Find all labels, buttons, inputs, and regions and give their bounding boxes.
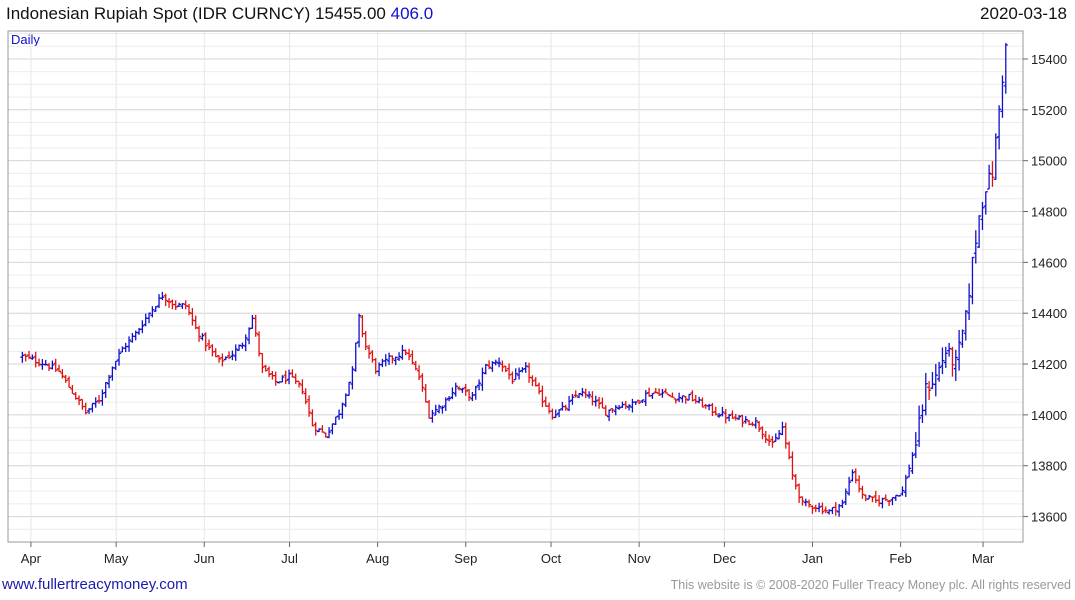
price-chart: 13600 13800 14000 14200 14400 14600 14800 15000… <box>7 30 1067 566</box>
y-tick-label: 13800 <box>1031 459 1067 474</box>
x-tick-label: Jun <box>194 551 215 566</box>
chart-grid <box>8 31 1023 542</box>
x-axis: Apr May Jun Jul Aug Sep Oct Nov Dec Jan Feb Mar <box>21 542 995 566</box>
y-tick-label: 14800 <box>1031 205 1067 220</box>
x-tick-label: Aug <box>366 551 389 566</box>
copyright-notice: This website is © 2008-2020 Fuller Treac… <box>670 578 1071 592</box>
y-axis: 13600 13800 14000 14200 14400 14600 14800 15000… <box>1023 52 1067 525</box>
y-tick-label: 14400 <box>1031 306 1067 321</box>
y-tick-label: 15400 <box>1031 52 1067 67</box>
x-tick-label: Dec <box>713 551 737 566</box>
x-tick-label: May <box>104 551 129 566</box>
y-tick-label: 14600 <box>1031 255 1067 270</box>
x-tick-label: Jul <box>281 551 298 566</box>
x-tick-label: Sep <box>454 551 477 566</box>
ohlc-bars <box>20 43 1008 517</box>
y-tick-label: 13600 <box>1031 510 1067 525</box>
y-tick-label: 15000 <box>1031 154 1067 169</box>
x-tick-label: Oct <box>541 551 562 566</box>
x-tick-label: Mar <box>972 551 995 566</box>
site-link[interactable]: www.fullertreacymoney.com <box>2 576 188 593</box>
x-tick-label: Jan <box>802 551 823 566</box>
x-tick-label: Apr <box>21 551 42 566</box>
x-tick-label: Feb <box>889 551 911 566</box>
x-tick-label: Nov <box>628 551 652 566</box>
y-tick-label: 14200 <box>1031 357 1067 372</box>
y-tick-label: 14000 <box>1031 408 1067 423</box>
y-tick-label: 15200 <box>1031 103 1067 118</box>
